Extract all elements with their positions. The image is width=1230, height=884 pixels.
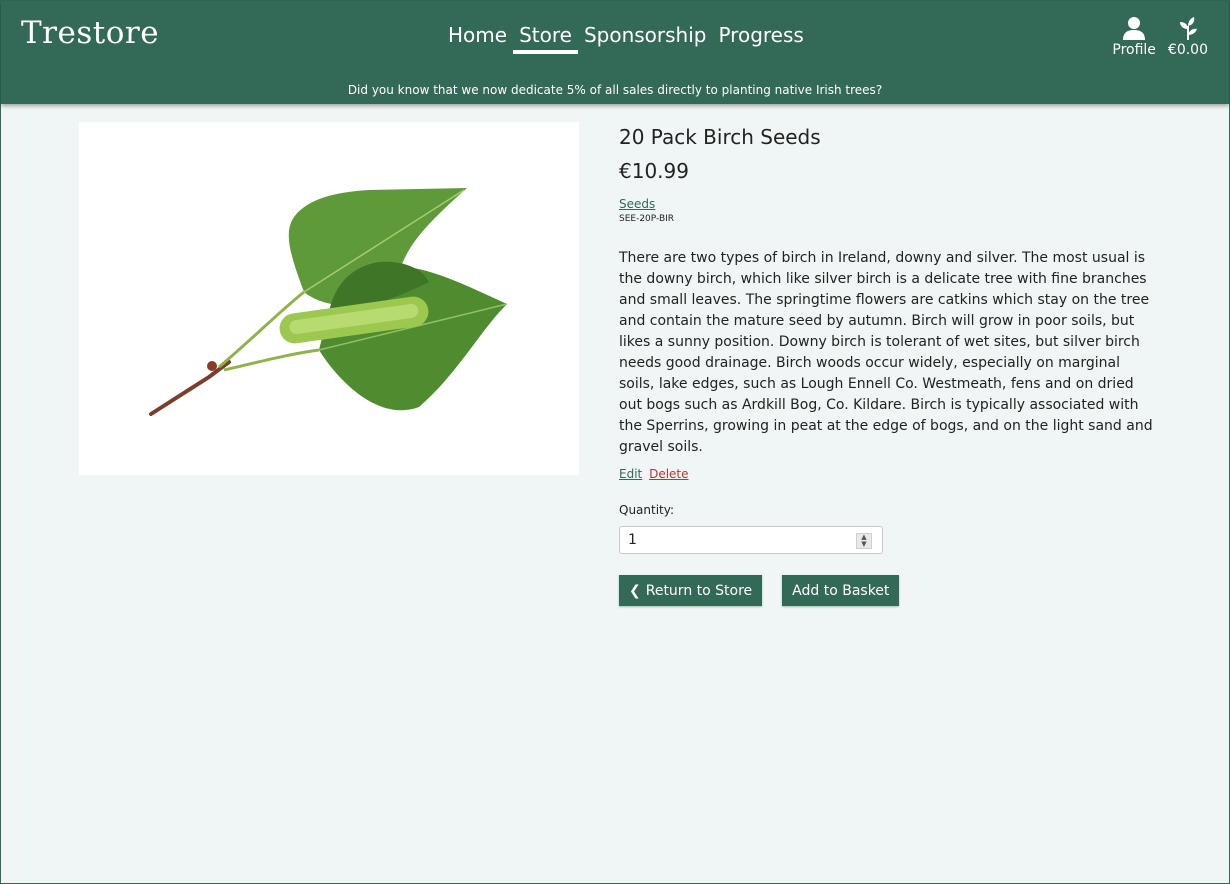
main-nav: Home Store Sponsorship Progress [447, 23, 815, 54]
site-logo[interactable]: Trestore [21, 15, 159, 51]
chevron-left-icon: ❮ [629, 582, 641, 599]
nav-sponsorship[interactable]: Sponsorship [583, 23, 708, 47]
sprout-icon [1179, 17, 1197, 40]
quantity-spinner[interactable]: ▲ ▼ [856, 533, 872, 549]
site-header: Trestore Home Store Sponsorship Progress… [1, 1, 1229, 104]
nav-store[interactable]: Store [513, 23, 578, 54]
admin-links: Edit Delete [619, 467, 1154, 481]
user-icon [1123, 17, 1146, 40]
info-banner: Did you know that we now dedicate 5% of … [347, 83, 883, 97]
delete-link[interactable]: Delete [649, 467, 688, 481]
product-title: 20 Pack Birch Seeds [619, 125, 821, 149]
product-image [79, 122, 579, 475]
action-buttons: ❮ Return to Store Add to Basket [619, 575, 1154, 606]
product-description: There are two types of birch in Ireland,… [619, 250, 1153, 455]
add-to-basket-button[interactable]: Add to Basket [782, 575, 900, 606]
category-link[interactable]: Seeds [619, 197, 655, 211]
return-to-store-button[interactable]: ❮ Return to Store [619, 575, 763, 606]
return-label: Return to Store [645, 582, 753, 599]
quantity-label: Quantity: [619, 503, 675, 517]
basket-total: €0.00 [1167, 42, 1208, 58]
profile-label: Profile [1112, 42, 1156, 58]
quantity-input[interactable]: 1 ▲ ▼ [619, 526, 883, 554]
edit-link[interactable]: Edit [619, 467, 642, 481]
nav-progress[interactable]: Progress [717, 23, 804, 47]
nav-home[interactable]: Home [447, 23, 508, 47]
profile-link[interactable]: Profile [1112, 15, 1156, 58]
quantity-value: 1 [628, 532, 637, 548]
birch-leaf-image [149, 188, 508, 416]
basket-link[interactable]: €0.00 [1168, 15, 1208, 58]
product-price: €10.99 [619, 159, 689, 183]
add-label: Add to Basket [792, 582, 890, 599]
product-details: 20 Pack Birch Seeds €10.99 Seeds SEE-20P… [619, 125, 1154, 606]
product-sku: SEE-20P-BIR [619, 214, 675, 224]
header-actions: Profile €0.00 [1112, 15, 1208, 58]
